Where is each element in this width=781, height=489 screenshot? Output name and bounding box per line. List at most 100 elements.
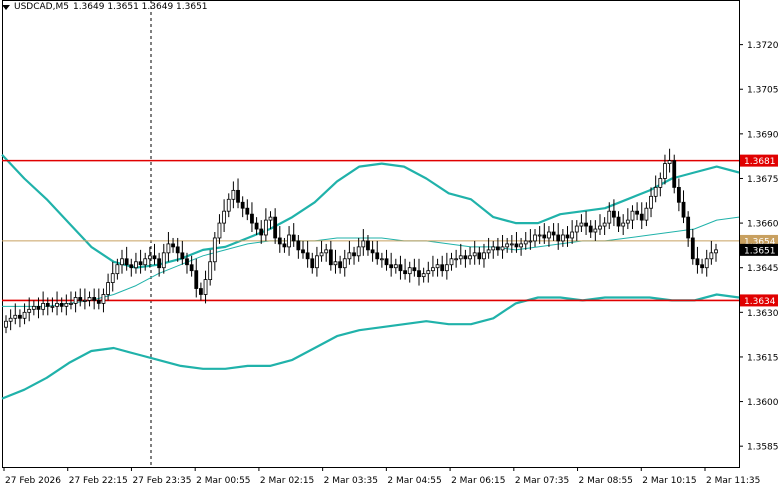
candle [240, 196, 245, 218]
candle [598, 214, 602, 235]
candle-body [658, 178, 663, 188]
candle [342, 249, 347, 277]
candle-body [55, 303, 59, 307]
candle-body [4, 320, 8, 328]
x-tick-label: 2 Mar 10:15 [642, 476, 696, 486]
candle [644, 202, 649, 227]
candle [236, 178, 240, 209]
candle-body [134, 261, 138, 269]
candle [570, 220, 575, 244]
candle-body [208, 261, 213, 281]
candle [667, 148, 672, 173]
candle [700, 258, 704, 274]
candle-body [398, 264, 403, 272]
candle-body [570, 231, 575, 239]
candle-body [13, 314, 18, 319]
candle [384, 249, 389, 271]
candle-body [704, 258, 709, 269]
candle-body [180, 252, 185, 260]
candle-body [301, 249, 305, 254]
candle [551, 223, 556, 241]
candle-body [630, 210, 635, 221]
time-axis: 27 Feb 2026 27 Feb 22:15 27 Feb 23:35 2 Mar… [3, 467, 760, 486]
candle-body [82, 300, 87, 302]
candle-body [547, 231, 551, 239]
price-chart[interactable]: 1.3720 1.3705 1.3690 1.3675 1.3660 1.3645 1.36… [0, 0, 781, 489]
candle-body [147, 255, 152, 260]
candle-body [709, 252, 714, 260]
candle-body [277, 237, 282, 245]
candle-body [189, 264, 194, 272]
candle [389, 252, 394, 277]
candle [565, 226, 570, 247]
candle [574, 220, 579, 241]
candle-body [342, 258, 347, 269]
candle [194, 258, 199, 298]
candle [110, 261, 115, 292]
x-tick-label: 2 Mar 11:35 [706, 476, 760, 486]
candle [120, 249, 124, 274]
candle [41, 291, 46, 316]
x-tick-label: 2 Mar 04:55 [387, 476, 441, 486]
candle [203, 270, 208, 304]
candle-body [393, 264, 398, 269]
candle-body [106, 282, 110, 295]
y-tick-label: 1.3585 [747, 443, 779, 453]
candle [287, 226, 291, 256]
candle-body [625, 219, 630, 224]
candle [500, 234, 505, 259]
candle-body [22, 311, 27, 319]
candle [222, 199, 227, 233]
candle-body [468, 255, 472, 260]
candle [379, 252, 384, 268]
candle [491, 240, 496, 259]
candle [161, 243, 166, 274]
candle [226, 193, 231, 218]
x-tick-label: 2 Mar 03:35 [324, 476, 378, 486]
y-tick-label: 1.3630 [747, 309, 779, 319]
candle [482, 243, 486, 268]
candle-body [254, 222, 259, 230]
candle-body [185, 258, 189, 266]
chart-canvas[interactable]: 1.3720 1.3705 1.3690 1.3675 1.3660 1.3645 1.36… [0, 0, 781, 489]
y-tick-label: 1.3705 [747, 86, 779, 96]
candle [101, 288, 106, 313]
candle-body [124, 258, 129, 266]
candle-body [152, 255, 157, 260]
candle [18, 309, 22, 328]
level-badge-2: 1.3634 [744, 297, 776, 307]
candle [259, 220, 264, 244]
candle [356, 237, 361, 262]
candle-body [598, 225, 602, 230]
candle-body [431, 267, 435, 272]
candle [338, 255, 343, 274]
x-tick-label: 2 Mar 02:15 [260, 476, 314, 486]
candle [528, 229, 533, 250]
candle [412, 258, 417, 277]
candle [328, 240, 333, 271]
candle-body [389, 264, 394, 269]
candle-body [440, 264, 445, 272]
candle-body [166, 243, 171, 254]
candle [444, 252, 449, 280]
candle [78, 288, 83, 307]
candle [73, 291, 78, 313]
candle-body [463, 255, 468, 260]
candle [421, 267, 426, 283]
candle [630, 205, 635, 230]
candle-body [588, 225, 593, 233]
candle [435, 258, 440, 277]
candle [55, 291, 59, 316]
bollinger-upper-band [1, 153, 740, 269]
candle-body [36, 305, 41, 310]
candle-body [101, 294, 106, 304]
candle-body [417, 270, 421, 278]
candle-body [282, 243, 287, 248]
collapse-triangle-icon[interactable] [2, 4, 10, 10]
candle [217, 214, 222, 244]
candle [393, 258, 398, 274]
ohlc-readout: 1.3649 1.3651 1.3649 1.3651 [72, 2, 208, 12]
candle [296, 234, 301, 259]
candle-body [477, 252, 482, 260]
candle-body [403, 270, 407, 275]
